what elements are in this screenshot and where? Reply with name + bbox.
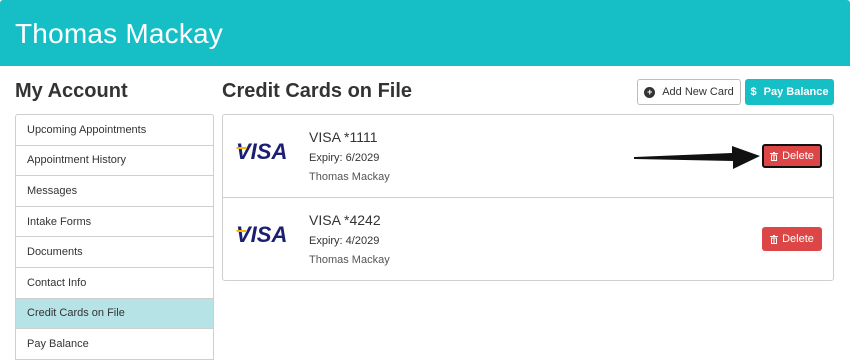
pay-balance-label: Pay Balance — [763, 86, 829, 98]
sidebar-item-upcoming-appointments[interactable]: Upcoming Appointments — [16, 115, 213, 146]
user-name-title: Thomas Mackay — [15, 18, 223, 49]
page-title: Credit Cards on File — [222, 80, 413, 102]
sidebar-item-intake-forms[interactable]: Intake Forms — [16, 207, 213, 238]
add-new-card-label: Add New Card — [662, 86, 734, 98]
sidebar-item-appointment-history[interactable]: Appointment History — [16, 146, 213, 177]
sidebar-nav: Upcoming Appointments Appointment Histor… — [15, 114, 214, 360]
sidebar-item-pay-balance[interactable]: Pay Balance — [16, 329, 213, 360]
arrow-icon — [634, 146, 760, 169]
sidebar-item-credit-cards[interactable]: Credit Cards on File — [16, 298, 213, 330]
sidebar-title: My Account — [15, 80, 128, 102]
credit-card-list: VISA VISA *1111 Expiry: 6/2029 Thomas Ma… — [222, 114, 834, 281]
card-expiry: Expiry: 6/2029 — [309, 152, 380, 164]
plus-circle-icon: + — [644, 86, 656, 98]
card-name: VISA *1111 — [309, 129, 378, 145]
sidebar-item-contact-info[interactable]: Contact Info — [16, 268, 213, 299]
svg-text:VISA: VISA — [236, 139, 287, 161]
visa-logo: VISA — [236, 222, 287, 244]
delete-label: Delete — [782, 150, 814, 162]
card-expiry: Expiry: 4/2029 — [309, 235, 380, 247]
page-header: Thomas Mackay — [0, 0, 850, 66]
delete-card-button[interactable]: Delete — [762, 227, 822, 251]
delete-label: Delete — [782, 233, 814, 245]
svg-text:VISA: VISA — [236, 222, 287, 244]
sidebar-item-documents[interactable]: Documents — [16, 237, 213, 268]
pay-balance-button[interactable]: $ Pay Balance — [745, 79, 834, 105]
card-name: VISA *4242 — [309, 212, 381, 228]
visa-logo: VISA — [236, 139, 287, 161]
card-holder: Thomas Mackay — [309, 254, 390, 266]
card-holder: Thomas Mackay — [309, 171, 390, 183]
dollar-icon: $ — [750, 86, 757, 98]
add-new-card-button[interactable]: + Add New Card — [637, 79, 741, 105]
trash-icon — [770, 151, 779, 161]
card-row: VISA VISA *4242 Expiry: 4/2029 Thomas Ma… — [223, 198, 833, 281]
trash-icon — [770, 234, 779, 244]
sidebar-item-messages[interactable]: Messages — [16, 176, 213, 207]
delete-card-button[interactable]: Delete — [762, 144, 822, 168]
